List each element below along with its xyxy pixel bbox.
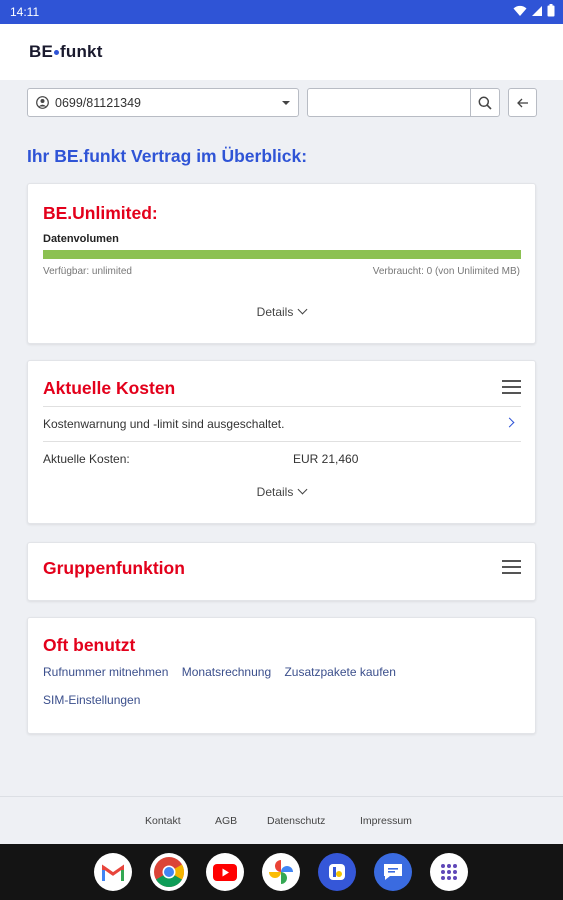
menu-icon[interactable] [502,380,521,394]
phone-number-value: 0699/81121349 [55,96,141,110]
logo-text-be: BE [29,42,54,61]
current-costs-label: Aktuelle Kosten: [43,452,130,466]
divider [43,441,521,442]
signal-icon [532,5,542,16]
costs-details-toggle[interactable]: Details [28,484,535,499]
photos-icon[interactable] [262,853,300,891]
data-usage-bar [43,250,521,259]
app-dock [0,844,563,900]
link-sim-einstellungen[interactable]: SIM-Einstellungen [43,693,140,707]
status-bar: 14:11 [0,0,563,24]
footer: Kontakt AGB Datenschutz Impressum [0,796,563,844]
data-volume-label: Datenvolumen [43,233,119,245]
link-monatsrechnung[interactable]: Monatsrechnung [182,665,271,679]
frequent-title: Oft benutzt [43,635,136,655]
data-usage-bar-fill [43,250,521,259]
cost-warning-text: Kostenwarnung und -limit sind ausgeschal… [43,417,285,431]
cost-warning-row[interactable]: Kostenwarnung und -limit sind ausgeschal… [43,417,521,431]
app-header: BE funkt [0,24,563,80]
wifi-icon [513,5,527,16]
plan-details-toggle[interactable]: Details [28,304,535,319]
logo-text-funkt: funkt [60,42,103,61]
youtube-icon[interactable] [206,853,244,891]
chevron-down-icon [282,101,290,105]
link-zusatzpakete-kaufen[interactable]: Zusatzpakete kaufen [284,665,395,679]
details-label: Details [256,305,294,319]
group-card: Gruppenfunktion [27,542,536,601]
arrow-left-icon [516,98,528,107]
app-drawer-icon[interactable] [430,853,468,891]
data-used-text: Verbraucht: 0 (von Unlimited MB) [372,266,520,277]
messages-icon[interactable] [374,853,412,891]
phone-number-select[interactable]: 0699/81121349 [27,88,299,117]
page-title: Ihr BE.funkt Vertrag im Überblick: [27,146,308,166]
plan-card: BE.Unlimited: Datenvolumen Verfügbar: un… [27,183,536,344]
footer-link-agb[interactable]: AGB [215,815,237,827]
frequent-card: Oft benutzt Rufnummer mitnehmen Monatsre… [27,617,536,734]
logo-dot [54,49,60,55]
chevron-right-icon [504,417,515,428]
group-title: Gruppenfunktion [43,558,185,578]
battery-icon [547,4,555,17]
menu-icon[interactable] [502,560,521,574]
costs-title: Aktuelle Kosten [43,378,176,398]
chrome-icon[interactable] [150,853,188,891]
data-available-text: Verfügbar: unlimited [43,266,132,277]
costs-card: Aktuelle Kosten Kostenwarnung und -limit… [27,360,536,524]
befunkt-app-icon[interactable] [318,853,356,891]
toolbar: 0699/81121349 [27,88,537,118]
status-icons [513,4,555,17]
footer-link-impressum[interactable]: Impressum [360,815,412,827]
current-costs-value: EUR 21,460 [293,452,359,466]
chevron-down-icon [297,304,308,315]
plan-title: BE.Unlimited: [43,203,158,223]
frequent-links: Rufnummer mitnehmen Monatsrechnung Zusat… [43,665,513,721]
search-icon [478,96,492,110]
footer-link-kontakt[interactable]: Kontakt [145,815,181,827]
status-time: 14:11 [10,5,40,19]
search-input[interactable] [307,88,471,117]
details-label: Details [256,485,294,499]
back-button[interactable] [508,88,537,117]
befunkt-logo[interactable]: BE funkt [29,42,103,62]
gmail-icon[interactable] [94,853,132,891]
chevron-down-icon [297,484,308,495]
link-rufnummer-mitnehmen[interactable]: Rufnummer mitnehmen [43,665,168,679]
search-button[interactable] [470,88,500,117]
divider [43,406,521,407]
user-circle-icon [36,96,49,109]
footer-link-datenschutz[interactable]: Datenschutz [267,815,325,827]
